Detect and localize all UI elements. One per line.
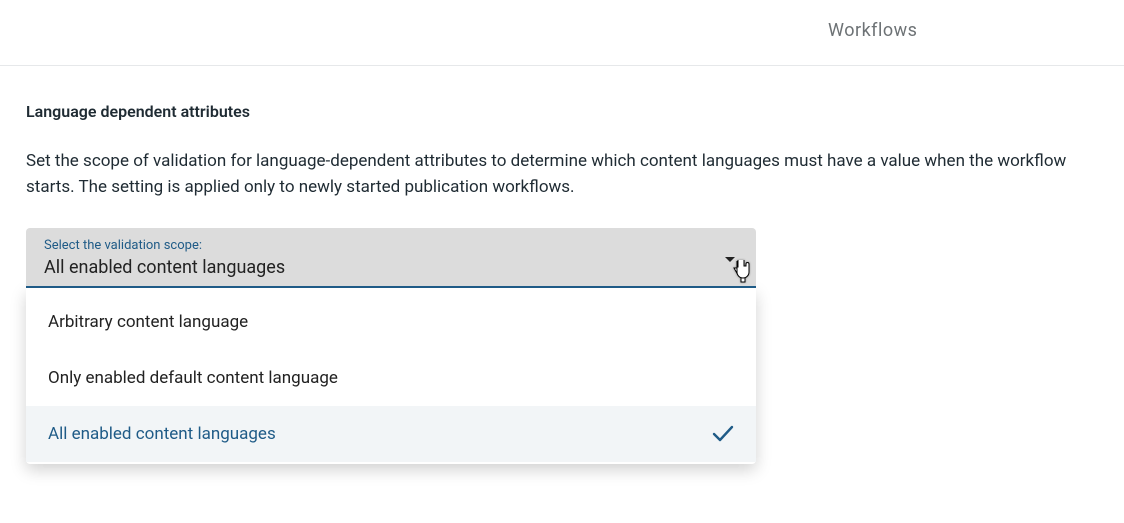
dropdown-option-label: Arbitrary content language: [48, 312, 248, 332]
checkmark-icon: [712, 425, 734, 443]
section-description: Set the scope of validation for language…: [26, 149, 1086, 200]
dropdown-option-label: Only enabled default content language: [48, 368, 338, 388]
dropdown-option[interactable]: All enabled content languages: [26, 406, 756, 462]
section-title: Language dependent attributes: [26, 102, 1098, 121]
select-label: Select the validation scope:: [44, 238, 738, 253]
validation-scope-select-wrap: Select the validation scope: All enabled…: [26, 228, 756, 464]
chevron-down-icon: [724, 256, 736, 264]
validation-scope-dropdown: Arbitrary content language Only enabled …: [26, 288, 756, 464]
dropdown-option[interactable]: Arbitrary content language: [26, 294, 756, 350]
dropdown-option-label: All enabled content languages: [48, 424, 276, 444]
tab-strip: Workflows: [0, 0, 1124, 66]
validation-scope-select[interactable]: Select the validation scope: All enabled…: [26, 228, 756, 288]
tab-label: Workflows: [828, 20, 917, 41]
select-value: All enabled content languages: [44, 257, 738, 278]
content-area: Language dependent attributes Set the sc…: [0, 66, 1124, 464]
dropdown-option[interactable]: Only enabled default content language: [26, 350, 756, 406]
tab-workflows[interactable]: Workflows: [828, 20, 917, 41]
